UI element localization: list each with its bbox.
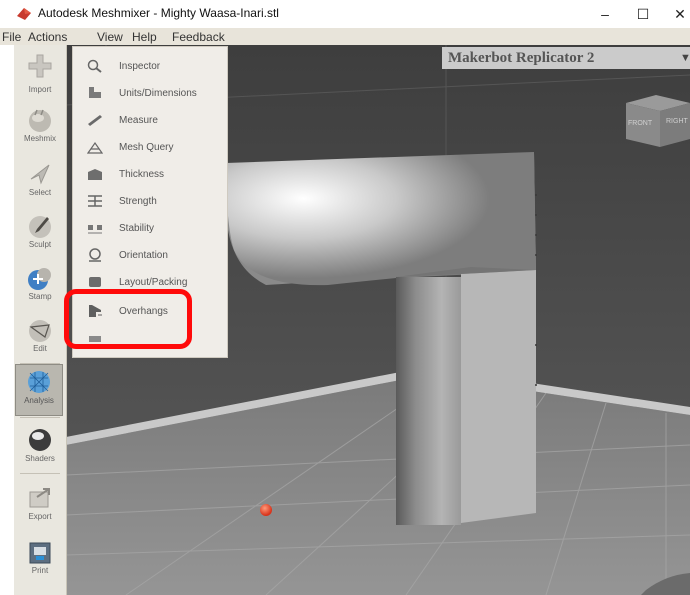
strength-icon xyxy=(88,195,102,207)
tool-stamp-label: Stamp xyxy=(28,292,52,301)
thickness-icon xyxy=(88,169,102,180)
tool-export[interactable]: Export xyxy=(14,481,66,531)
tool-analysis[interactable]: Analysis xyxy=(15,364,63,416)
tool-meshmix-label: Meshmix xyxy=(23,134,56,143)
tool-shaders-label: Shaders xyxy=(25,454,55,463)
tool-shaders[interactable]: Shaders xyxy=(14,423,66,473)
magnifier-icon xyxy=(87,59,102,73)
menu-bar: File Actions View Help Feedback xyxy=(0,28,690,45)
tool-stamp[interactable]: Stamp xyxy=(14,261,66,311)
tool-edit-label: Edit xyxy=(33,344,47,353)
tool-analysis-label: Analysis xyxy=(24,396,54,405)
tool-print[interactable]: Print xyxy=(14,535,66,585)
toolbar-divider xyxy=(20,363,60,364)
menu-view[interactable]: View xyxy=(97,30,123,44)
export-icon xyxy=(29,488,50,508)
printer-name: Makerbot Replicator 2 xyxy=(448,50,595,66)
menu-item-label: Orientation xyxy=(119,250,168,261)
plus-icon xyxy=(28,54,52,78)
menu-item-units-dimensions[interactable]: Units/Dimensions xyxy=(73,80,227,107)
menu-item-label: Measure xyxy=(119,115,158,126)
menu-feedback[interactable]: Feedback xyxy=(172,30,225,44)
menu-help[interactable]: Help xyxy=(132,30,157,44)
mesh-query-icon xyxy=(87,141,103,154)
menu-actions[interactable]: Actions xyxy=(28,30,67,44)
menu-item-inspector[interactable]: Inspector xyxy=(73,53,227,80)
tool-sculpt-label: Sculpt xyxy=(28,240,52,249)
title-bar: Autodesk Meshmixer - Mighty Waasa-Inari.… xyxy=(0,0,690,28)
toolbar-divider xyxy=(20,417,60,418)
arrow-icon xyxy=(30,164,50,185)
tool-edit[interactable]: Edit xyxy=(14,313,66,363)
view-cube[interactable]: FRONT RIGHT xyxy=(622,93,690,149)
tool-export-label: Export xyxy=(28,512,52,521)
window-title: Autodesk Meshmixer - Mighty Waasa-Inari.… xyxy=(38,6,279,20)
menu-item-label: Mesh Query xyxy=(119,142,174,153)
stability-icon xyxy=(88,225,102,234)
cube-right-label: RIGHT xyxy=(666,118,689,125)
edit-icon xyxy=(29,320,51,342)
sphere-icon xyxy=(29,429,51,451)
menu-item-label: Inspector xyxy=(119,61,161,72)
menu-item-label: Layout/Packing xyxy=(119,277,188,288)
menu-item-mesh-query[interactable]: Mesh Query xyxy=(73,134,227,161)
menu-item-label: Strength xyxy=(119,196,157,207)
minimize-button[interactable]: – xyxy=(585,0,625,28)
toolbar-divider xyxy=(20,473,60,474)
printer-icon xyxy=(29,542,51,564)
menu-item-label: Stability xyxy=(119,223,155,234)
cube-front-label: FRONT xyxy=(628,120,653,127)
tool-sculpt[interactable]: Sculpt xyxy=(14,209,66,259)
tool-meshmix[interactable]: Meshmix xyxy=(14,103,66,153)
chevron-down-icon[interactable]: ▼ xyxy=(680,52,690,64)
stamp-icon xyxy=(28,268,51,290)
layout-icon xyxy=(89,277,101,287)
tool-print-label: Print xyxy=(31,566,49,575)
menu-item-orientation[interactable]: Orientation xyxy=(73,242,227,269)
brush-icon xyxy=(29,216,51,238)
orientation-icon xyxy=(89,248,101,262)
menu-item-stability[interactable]: Stability xyxy=(73,215,227,242)
bunny-icon xyxy=(29,109,51,132)
tool-select-label: Select xyxy=(28,188,52,197)
menu-item-strength[interactable]: Strength xyxy=(73,188,227,215)
tool-import-label: Import xyxy=(28,85,52,94)
main-toolbar: Import Meshmix Select Sculpt Stamp Edit … xyxy=(14,45,67,595)
ruler-box-icon xyxy=(89,87,101,98)
meshmixer-logo-icon xyxy=(17,8,31,20)
tool-select[interactable]: Select xyxy=(14,157,66,207)
close-button[interactable]: ✕ xyxy=(660,0,690,28)
measure-icon xyxy=(88,115,102,126)
analysis-icon xyxy=(28,371,50,393)
menu-item-label: Thickness xyxy=(119,169,165,180)
maximize-button[interactable]: ☐ xyxy=(623,0,663,28)
menu-item-thickness[interactable]: Thickness xyxy=(73,161,227,188)
highlight-annotation xyxy=(64,289,192,349)
menu-file[interactable]: File xyxy=(2,30,21,44)
menu-item-label: Units/Dimensions xyxy=(119,88,197,99)
printer-selector[interactable]: Makerbot Replicator 2 ▼ xyxy=(442,47,690,69)
menu-item-measure[interactable]: Measure xyxy=(73,107,227,134)
tool-import[interactable]: Import xyxy=(14,49,66,99)
